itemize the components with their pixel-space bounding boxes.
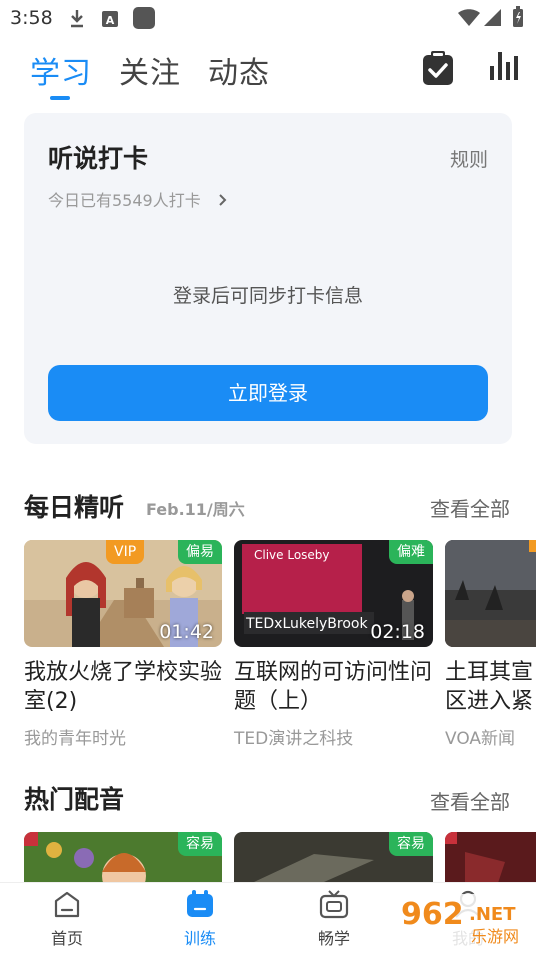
home-icon bbox=[54, 891, 80, 918]
keyboard-icon: A bbox=[102, 11, 118, 27]
difficulty-badge: 容易 bbox=[389, 832, 433, 856]
dubbing-see-all-link[interactable]: 查看全部 bbox=[430, 786, 510, 815]
nav-label: 训练 bbox=[183, 929, 216, 948]
thumbnail-speaker: Clive Loseby bbox=[254, 548, 330, 562]
checkin-count-text: 今日已有5549人打卡 bbox=[48, 191, 201, 210]
watermark-logo: 962 .NET 乐游网 bbox=[397, 894, 533, 946]
app-notification-icon bbox=[133, 7, 155, 29]
difficulty-badge: 偏难 bbox=[389, 540, 433, 564]
signal-icon bbox=[484, 9, 501, 26]
login-button[interactable]: 立即登录 bbox=[48, 365, 488, 421]
sync-message: 登录后可同步打卡信息 bbox=[172, 285, 363, 307]
tab-feed[interactable]: 动态 bbox=[208, 48, 270, 92]
hot-dubbing-title: 热门配音 bbox=[24, 785, 125, 814]
download-icon bbox=[71, 10, 83, 28]
video-source: TED演讲之科技 bbox=[234, 729, 354, 749]
video-source: 我的青年时光 bbox=[24, 729, 126, 749]
status-time: 3:58 bbox=[10, 7, 53, 29]
tab-follow[interactable]: 关注 bbox=[119, 48, 181, 92]
training-icon bbox=[187, 890, 213, 917]
tv-icon bbox=[319, 890, 349, 919]
watermark-tld: .NET bbox=[469, 904, 516, 925]
video-title[interactable]: 互联网的可访问性问题（上） bbox=[234, 658, 434, 716]
watermark-text: 乐游网 bbox=[471, 927, 519, 946]
ranking-chart-icon[interactable] bbox=[488, 50, 520, 82]
site-watermark: 962 .NET 乐游网 bbox=[397, 890, 533, 948]
video-thumbnail[interactable] bbox=[445, 540, 536, 647]
tab-study[interactable]: 学习 bbox=[30, 48, 92, 92]
clipboard-check-icon[interactable] bbox=[421, 50, 455, 86]
nav-learn[interactable]: 畅学 bbox=[289, 889, 379, 949]
video-thumbnail[interactable]: Clive Loseby TEDxLukelyBrook 偏难 02:18 bbox=[234, 540, 433, 647]
daily-listening-date: Feb.11/周六 bbox=[146, 500, 245, 519]
checkin-card: 听说打卡 规则 今日已有5549人打卡 登录后可同步打卡信息 立即登录 bbox=[24, 113, 512, 444]
watermark-number: 962 bbox=[401, 897, 464, 932]
daily-listening-title: 每日精听 bbox=[24, 493, 125, 522]
svg-text:A: A bbox=[106, 14, 115, 27]
chevron-right-icon bbox=[219, 194, 227, 206]
video-title[interactable]: 我放火烧了学校实验室(2) bbox=[24, 658, 224, 716]
news-scene-thumbnail bbox=[445, 540, 536, 647]
video-title[interactable]: 土耳其宣区进入紧 bbox=[445, 658, 536, 716]
wifi-icon bbox=[458, 9, 480, 26]
nav-home[interactable]: 首页 bbox=[22, 889, 112, 949]
video-duration: 01:42 bbox=[159, 621, 214, 643]
vip-badge: VIP bbox=[106, 540, 145, 564]
active-tab-indicator bbox=[50, 96, 70, 100]
battery-icon bbox=[513, 6, 523, 27]
video-thumbnail[interactable]: VIP 偏易 01:42 bbox=[24, 540, 222, 647]
nav-label: 首页 bbox=[50, 929, 83, 948]
difficulty-badge: 容易 bbox=[178, 832, 222, 856]
nav-training[interactable]: 训练 bbox=[155, 889, 245, 949]
rules-link[interactable]: 规则 bbox=[450, 145, 488, 172]
video-source: VOA新闻 bbox=[445, 729, 516, 749]
daily-see-all-link[interactable]: 查看全部 bbox=[430, 493, 510, 522]
checkin-count-link[interactable]: 今日已有5549人打卡 bbox=[48, 187, 230, 211]
thumbnail-event: TEDxLukelyBrook bbox=[246, 616, 368, 632]
checkin-title: 听说打卡 bbox=[48, 144, 149, 173]
nav-label: 畅学 bbox=[317, 929, 350, 948]
status-bar: 3:58 A bbox=[0, 0, 536, 36]
video-duration: 02:18 bbox=[370, 621, 425, 643]
difficulty-badge: 偏易 bbox=[178, 540, 222, 564]
